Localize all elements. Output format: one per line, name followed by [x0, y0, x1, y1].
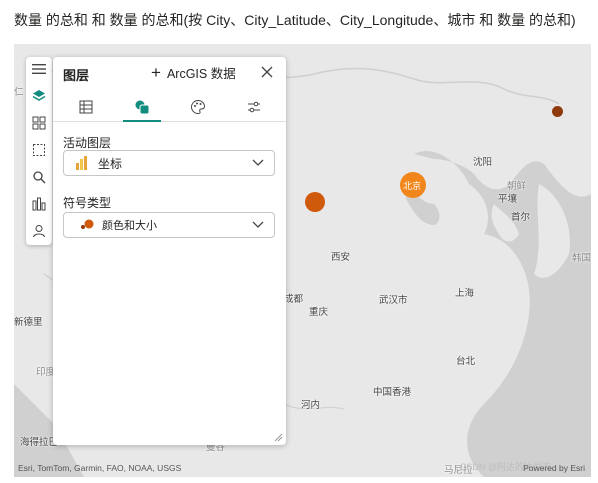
plus-icon: +	[151, 62, 161, 82]
chevron-down-icon	[252, 159, 264, 166]
add-data-label: ArcGIS 数据	[166, 67, 236, 81]
data-bubble[interactable]	[552, 106, 563, 117]
data-bubble-beijing[interactable]: 北京	[400, 172, 426, 198]
symbol-type-value: 颜色和大小	[102, 220, 157, 232]
layers-icon[interactable]	[29, 86, 49, 106]
city-label: 韩国	[572, 253, 591, 264]
active-layer-label: 活动图层	[63, 136, 112, 150]
city-label: 仁	[14, 87, 24, 98]
resize-handle-icon[interactable]	[274, 433, 283, 442]
menu-icon[interactable]	[29, 59, 49, 79]
panel-title: 图层	[63, 68, 90, 83]
city-label: 中国香港	[373, 387, 412, 398]
data-bubble[interactable]	[305, 192, 325, 212]
palette-icon	[190, 99, 206, 115]
city-label: 沈阳	[473, 157, 493, 168]
city-label: 成都	[284, 294, 304, 305]
tab-layers[interactable]	[57, 93, 115, 121]
symbol-type-label: 符号类型	[63, 196, 112, 210]
sliders-icon	[248, 101, 260, 113]
search-icon[interactable]	[29, 167, 49, 187]
tab-settings[interactable]	[225, 93, 283, 121]
symbology-icon	[135, 100, 150, 115]
city-label: 河内	[301, 400, 321, 411]
powered-by-esri[interactable]: Powered by Esri	[523, 463, 585, 473]
city-label: 平壤	[498, 194, 518, 205]
color-size-icon	[81, 219, 94, 229]
city-label: 首尔	[511, 212, 531, 223]
basemap-gallery-icon[interactable]	[29, 113, 49, 133]
city-label: 北京	[403, 181, 422, 191]
tab-symbology[interactable]	[113, 93, 171, 122]
city-label: 新德里	[14, 317, 43, 328]
chevron-down-icon	[252, 221, 264, 228]
layers-panel: 图层 + ArcGIS 数据 活动图层 坐标 符号类型 颜色和大小	[53, 57, 286, 445]
city-label: 朝鲜	[507, 181, 527, 192]
close-icon[interactable]	[258, 63, 276, 81]
table-icon	[79, 100, 93, 114]
selection-icon[interactable]	[29, 140, 49, 160]
bar-chart-icon	[76, 156, 87, 170]
panel-tabs	[53, 93, 286, 122]
active-layer-dropdown[interactable]: 坐标	[63, 150, 275, 176]
add-arcgis-data-button[interactable]: + ArcGIS 数据	[151, 63, 236, 82]
city-label: 上海	[455, 288, 475, 299]
user-icon[interactable]	[29, 221, 49, 241]
city-label: 西安	[331, 252, 351, 263]
analysis-icon[interactable]	[29, 194, 49, 214]
map-tool-rail	[26, 57, 52, 245]
active-layer-value: 坐标	[98, 156, 123, 171]
tab-style[interactable]	[169, 93, 227, 121]
map-attribution[interactable]: Esri, TomTom, Garmin, FAO, NOAA, USGS	[18, 463, 181, 473]
visual-title: 数量 的总和 和 数量 的总和(按 City、City_Latitude、Cit…	[14, 12, 576, 28]
city-label: 台北	[456, 356, 476, 367]
city-label: 武汉市	[379, 295, 408, 306]
symbol-type-dropdown[interactable]: 颜色和大小	[63, 212, 275, 238]
city-label: 重庆	[309, 307, 329, 318]
